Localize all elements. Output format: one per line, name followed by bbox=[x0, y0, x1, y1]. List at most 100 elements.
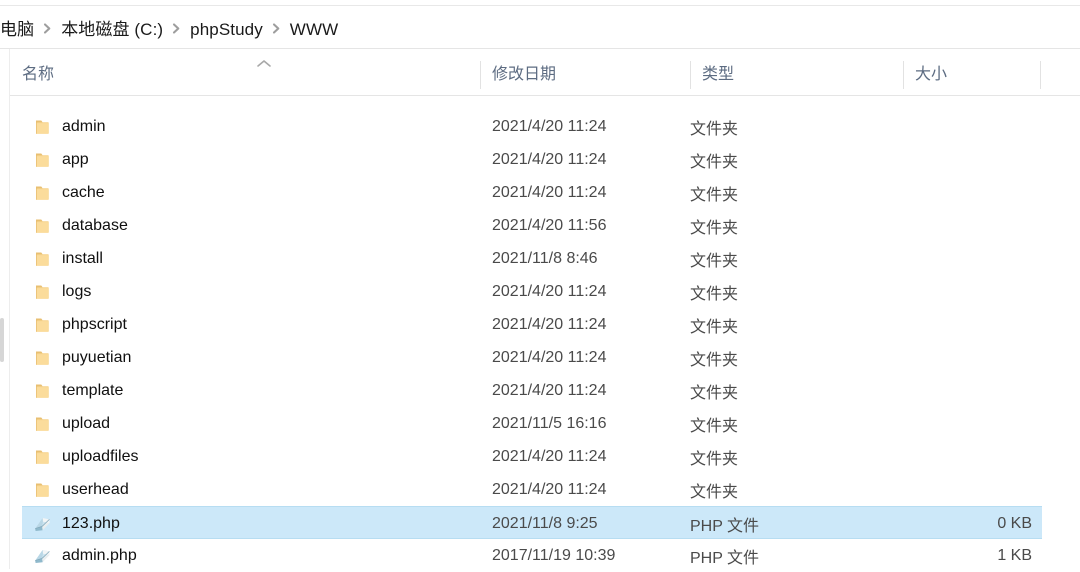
file-name-label: cache bbox=[62, 183, 105, 201]
breadcrumb-item-3[interactable]: phpStudy bbox=[190, 20, 263, 39]
file-size-cell bbox=[812, 440, 1032, 473]
column-header-date-modified-label: 修改日期 bbox=[492, 66, 557, 83]
file-name-cell[interactable]: template bbox=[32, 374, 123, 407]
file-type-cell: 文件夹 bbox=[690, 483, 739, 501]
table-row[interactable]: install 2021/11/8 8:46 文件夹 bbox=[22, 242, 1042, 275]
file-name-cell[interactable]: userhead bbox=[32, 473, 129, 506]
column-divider-2[interactable] bbox=[690, 61, 691, 89]
file-date-cell: 2021/11/8 9:25 bbox=[492, 514, 598, 532]
file-name-label: admin bbox=[62, 117, 106, 135]
file-type-cell: 文件夹 bbox=[690, 153, 739, 171]
file-name-cell[interactable]: admin.php bbox=[32, 539, 137, 572]
file-name-label: userhead bbox=[62, 480, 129, 498]
table-row[interactable]: admin 2021/4/20 11:24 文件夹 bbox=[22, 110, 1042, 143]
file-name-label: template bbox=[62, 381, 124, 399]
file-date-cell: 2021/4/20 11:24 bbox=[492, 348, 607, 366]
file-name-cell[interactable]: 123.php bbox=[32, 507, 120, 540]
column-header-name-label: 名称 bbox=[22, 66, 55, 83]
column-header-date-modified[interactable]: 修改日期 bbox=[492, 49, 556, 95]
file-size-cell bbox=[812, 242, 1032, 275]
table-row[interactable]: admin.php 2017/11/19 10:39 PHP 文件 1 KB bbox=[22, 539, 1042, 572]
file-size-cell bbox=[812, 209, 1032, 242]
file-name-label: puyuetian bbox=[62, 348, 132, 366]
table-row[interactable]: phpscript 2021/4/20 11:24 文件夹 bbox=[22, 308, 1042, 341]
file-date-cell: 2021/4/20 11:24 bbox=[492, 480, 607, 498]
file-size-cell bbox=[812, 275, 1032, 308]
file-name-cell[interactable]: phpscript bbox=[32, 308, 127, 341]
column-header-type[interactable]: 类型 bbox=[702, 49, 734, 95]
folder-icon bbox=[32, 282, 52, 302]
file-type-cell: PHP 文件 bbox=[690, 517, 760, 535]
table-row[interactable]: userhead 2021/4/20 11:24 文件夹 bbox=[22, 473, 1042, 506]
file-name-label: install bbox=[62, 249, 103, 267]
file-type-cell: 文件夹 bbox=[690, 384, 739, 402]
file-name-label: upload bbox=[62, 414, 111, 432]
breadcrumb-item-4[interactable]: WWW bbox=[290, 20, 338, 39]
sort-ascending-icon bbox=[256, 59, 272, 69]
folder-icon bbox=[32, 150, 52, 170]
file-date-cell: 2021/4/20 11:24 bbox=[492, 381, 607, 399]
file-name-label: admin.php bbox=[62, 546, 137, 564]
file-name-cell[interactable]: uploadfiles bbox=[32, 440, 139, 473]
folder-icon bbox=[32, 117, 52, 137]
folder-icon bbox=[32, 447, 52, 467]
folder-icon bbox=[32, 315, 52, 335]
file-date-cell: 2021/4/20 11:24 bbox=[492, 183, 607, 201]
column-divider-1[interactable] bbox=[480, 61, 481, 89]
folder-icon bbox=[32, 249, 52, 269]
column-header-name[interactable]: 名称 bbox=[22, 49, 54, 95]
table-row[interactable]: uploadfiles 2021/4/20 11:24 文件夹 bbox=[22, 440, 1042, 473]
folder-icon bbox=[32, 381, 52, 401]
file-type-cell: 文件夹 bbox=[690, 219, 739, 237]
table-row[interactable]: app 2021/4/20 11:24 文件夹 bbox=[22, 143, 1042, 176]
file-date-cell: 2021/4/20 11:24 bbox=[492, 447, 607, 465]
file-name-cell[interactable]: upload bbox=[32, 407, 110, 440]
folder-icon bbox=[32, 414, 52, 434]
breadcrumb-item-1[interactable]: 电脑 bbox=[0, 20, 34, 39]
folder-icon bbox=[32, 348, 52, 368]
table-row[interactable]: database 2021/4/20 11:56 文件夹 bbox=[22, 209, 1042, 242]
file-size-cell bbox=[812, 341, 1032, 374]
file-name-cell[interactable]: app bbox=[32, 143, 89, 176]
breadcrumb-separator-icon bbox=[272, 22, 281, 34]
table-row[interactable]: upload 2021/11/5 16:16 文件夹 bbox=[22, 407, 1042, 440]
breadcrumb-separator-icon bbox=[43, 22, 52, 34]
file-type-cell: 文件夹 bbox=[690, 318, 739, 336]
column-divider-4[interactable] bbox=[1040, 61, 1041, 89]
breadcrumb-item-2[interactable]: 本地磁盘 (C:) bbox=[61, 20, 163, 39]
column-header-row[interactable]: 名称 修改日期 类型 大小 bbox=[10, 49, 1080, 95]
table-row[interactable]: template 2021/4/20 11:24 文件夹 bbox=[22, 374, 1042, 407]
file-name-cell[interactable]: logs bbox=[32, 275, 91, 308]
file-size-cell bbox=[812, 407, 1032, 440]
column-header-type-label: 类型 bbox=[702, 66, 735, 83]
file-date-cell: 2021/4/20 11:24 bbox=[492, 315, 607, 333]
table-row[interactable]: puyuetian 2021/4/20 11:24 文件夹 bbox=[22, 341, 1042, 374]
file-type-cell: 文件夹 bbox=[690, 417, 739, 435]
table-row[interactable]: 123.php 2021/11/8 9:25 PHP 文件 0 KB bbox=[22, 506, 1042, 539]
table-row[interactable]: logs 2021/4/20 11:24 文件夹 bbox=[22, 275, 1042, 308]
file-name-cell[interactable]: cache bbox=[32, 176, 105, 209]
file-type-cell: 文件夹 bbox=[690, 120, 739, 138]
file-name-cell[interactable]: admin bbox=[32, 110, 106, 143]
table-row[interactable]: cache 2021/4/20 11:24 文件夹 bbox=[22, 176, 1042, 209]
file-name-cell[interactable]: install bbox=[32, 242, 103, 275]
file-name-cell[interactable]: database bbox=[32, 209, 128, 242]
file-size-cell bbox=[812, 473, 1032, 506]
folder-icon bbox=[32, 216, 52, 236]
file-type-cell: 文件夹 bbox=[690, 252, 739, 270]
file-date-cell: 2021/4/20 11:24 bbox=[492, 150, 607, 168]
column-header-size[interactable]: 大小 bbox=[915, 49, 947, 95]
file-name-label: 123.php bbox=[62, 514, 120, 532]
breadcrumb[interactable]: 电脑 本地磁盘 (C:) phpStudy WWW bbox=[0, 15, 338, 40]
file-type-cell: 文件夹 bbox=[690, 351, 739, 369]
file-size-cell bbox=[812, 308, 1032, 341]
address-bar[interactable]: 电脑 本地磁盘 (C:) phpStudy WWW bbox=[0, 6, 1080, 48]
file-name-label: database bbox=[62, 216, 128, 234]
file-type-cell: 文件夹 bbox=[690, 450, 739, 468]
file-date-cell: 2021/11/5 16:16 bbox=[492, 414, 607, 432]
file-list[interactable]: admin 2021/4/20 11:24 文件夹 app 2021/4/20 11:2… bbox=[0, 96, 1080, 569]
column-divider-3[interactable] bbox=[903, 61, 904, 89]
file-size-cell bbox=[812, 374, 1032, 407]
file-name-cell[interactable]: puyuetian bbox=[32, 341, 131, 374]
file-name-label: phpscript bbox=[62, 315, 127, 333]
